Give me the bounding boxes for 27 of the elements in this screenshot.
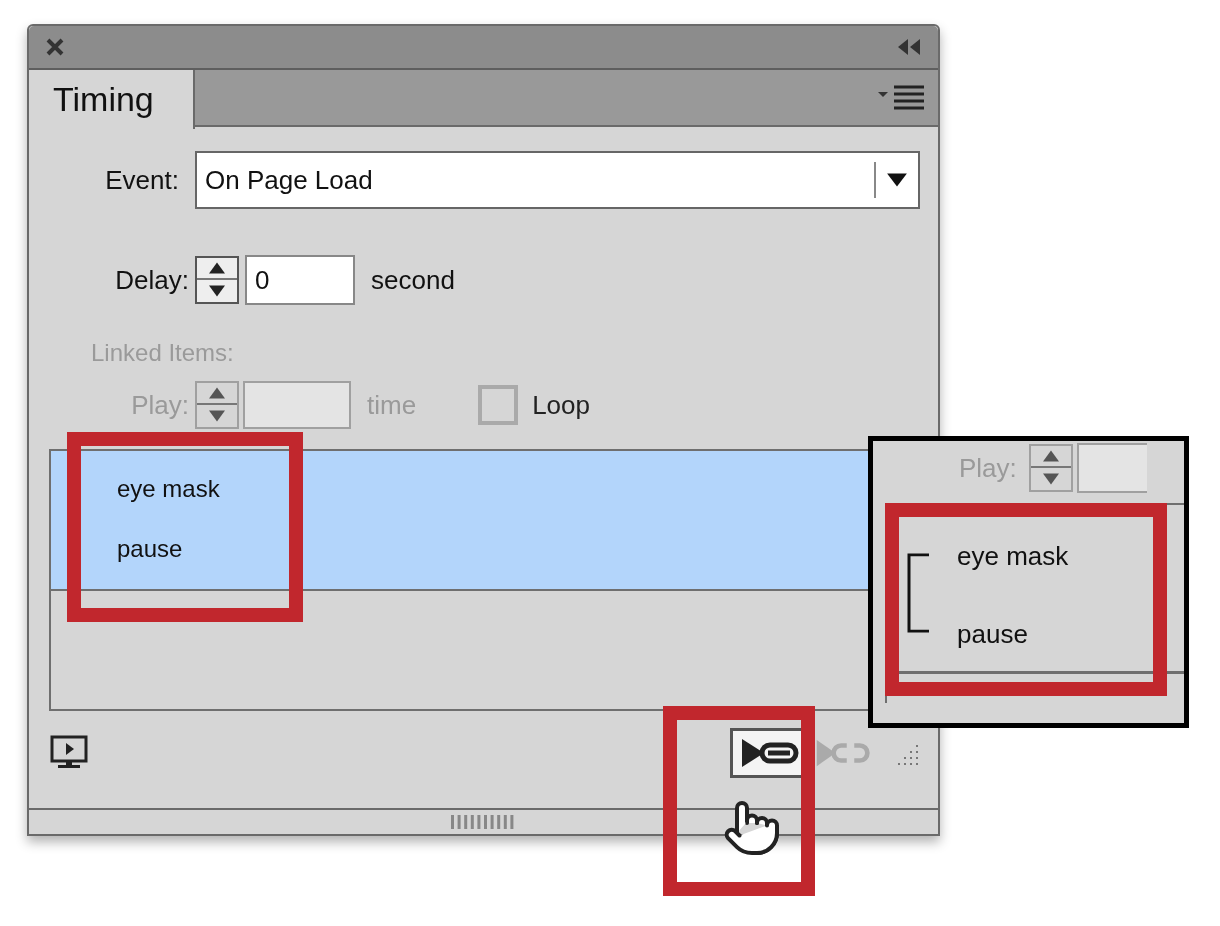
play-label: Play:	[130, 388, 190, 422]
hand-cursor-icon	[722, 798, 782, 858]
dropdown-arrow-icon	[886, 172, 908, 188]
delay-unit: second	[371, 263, 455, 297]
up-arrow-icon	[209, 387, 225, 399]
down-arrow-icon	[1042, 473, 1059, 485]
stepper[interactable]	[195, 256, 239, 304]
down-arrow-icon	[209, 285, 225, 297]
panel-tab[interactable]: Timing	[29, 70, 195, 129]
event-dropdown[interactable]: On Page Load	[195, 151, 920, 209]
panel-menu-icon[interactable]	[878, 83, 924, 112]
play-field	[1076, 443, 1147, 493]
delay-label: Delay:	[114, 263, 190, 297]
delay-field[interactable]: 0	[245, 255, 355, 305]
event-label: Event:	[104, 163, 180, 197]
play-unit: time	[367, 388, 417, 422]
collapse-icon[interactable]	[896, 37, 922, 57]
up-arrow-icon	[1042, 450, 1059, 462]
down-arrow-icon	[209, 410, 225, 422]
bracket-icon	[907, 553, 931, 633]
close-icon[interactable]	[45, 37, 65, 57]
linked-items-label: Linked Items:	[91, 338, 235, 368]
play-label: Play:	[959, 451, 1017, 485]
callout-item: pause	[957, 619, 1029, 649]
up-arrow-icon	[209, 262, 225, 274]
loop-label: Loop	[532, 388, 590, 422]
callout-item: eye mask	[957, 541, 1069, 571]
